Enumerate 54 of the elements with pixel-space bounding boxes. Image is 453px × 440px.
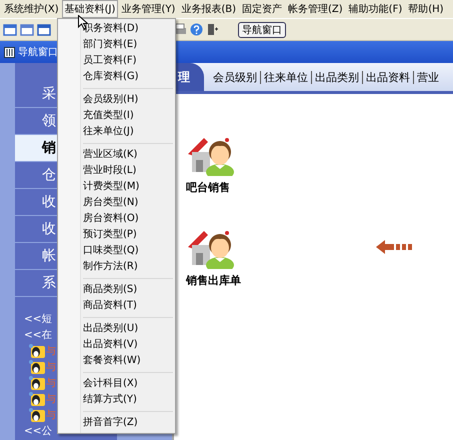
menu-entry[interactable]: 会计科目(X)	[58, 376, 175, 392]
menu-entry[interactable]: 员工资料(F)	[58, 53, 175, 69]
menu-entry[interactable]: 预订类型(P)	[58, 227, 175, 243]
penguin-icon[interactable]	[29, 344, 45, 358]
tab-link[interactable]: 会员级别	[213, 70, 257, 84]
exit-icon[interactable]	[206, 23, 219, 36]
menu-item[interactable]: 业务报表(B)	[178, 0, 240, 18]
menu-item[interactable]: 固定资产	[239, 0, 286, 18]
menu-item[interactable]: 系统维护(X)	[1, 0, 62, 18]
menu-entry[interactable]: 房台类型(N)	[58, 195, 175, 211]
shortcut-label: 吧台销售	[186, 180, 230, 195]
window-icon[interactable]	[3, 22, 17, 36]
menu-item[interactable]: 基础资料(J)	[62, 0, 118, 18]
window-icon	[4, 46, 15, 58]
menu-item[interactable]: 业务管理(Y)	[118, 0, 178, 18]
menu-entry[interactable]: 充值类型(I)	[58, 108, 175, 124]
help-icon[interactable]	[190, 23, 203, 36]
menu-entry[interactable]: 结算方式(Y)	[58, 392, 175, 408]
menu-entry[interactable]: 口味类型(Q)	[58, 243, 175, 259]
menu-entry[interactable]: 仓库资料(G)	[58, 69, 175, 85]
menu-entry[interactable]: 商品资料(T)	[58, 298, 175, 314]
tab-link[interactable]: 往来单位	[264, 70, 308, 84]
menu-entry[interactable]: 出品资料(V)	[58, 337, 175, 353]
window-title: 导航窗口	[18, 46, 58, 59]
tab-link[interactable]: 出品类别	[315, 70, 359, 84]
menu-entry[interactable]: 部门资料(E)	[58, 37, 175, 53]
menu-item[interactable]: 帮助(H)	[405, 0, 447, 18]
windows-icon[interactable]	[37, 22, 51, 36]
menu-entry[interactable]: 往来单位(J)	[58, 124, 175, 140]
arrow-icon	[376, 240, 412, 254]
penguin-icon[interactable]	[29, 408, 45, 422]
menu-entry[interactable]: 营业时段(L)	[58, 163, 175, 179]
menu-entry[interactable]: 套餐资料(W)	[58, 353, 175, 369]
penguin-icon[interactable]	[29, 360, 45, 374]
shortcut-label: 销售出库单	[186, 273, 241, 288]
menu-entry[interactable]: 房台资料(O)	[58, 211, 175, 227]
menu-entry[interactable]: 营业区域(K)	[58, 147, 175, 163]
menu-entry[interactable]: 出品类别(U)	[58, 321, 175, 337]
tab-link[interactable]: 出品资料	[366, 70, 410, 84]
menu-entry[interactable]: 会员级别(H)	[58, 92, 175, 108]
menu-entry[interactable]: 计费类型(M)	[58, 179, 175, 195]
nav-window-button[interactable]: 导航窗口	[238, 22, 286, 38]
menu-entry[interactable]: 拼音首字(Z)	[58, 415, 175, 431]
shortcut[interactable]: 吧台销售	[186, 132, 256, 195]
menu-entry[interactable]: 制作方法(R)	[58, 259, 175, 275]
penguin-icon[interactable]	[29, 376, 45, 390]
window-icon[interactable]	[20, 22, 34, 36]
menu-item[interactable]: 辅助功能(F)	[346, 0, 406, 18]
penguin-icon[interactable]	[29, 392, 45, 406]
tab-link[interactable]: 营业	[417, 70, 439, 84]
menu-item[interactable]: 帐务管理(Z)	[285, 0, 346, 18]
menu-entry[interactable]: 商品类别(S)	[58, 282, 175, 298]
tab[interactable]: 理	[174, 63, 204, 91]
shortcut[interactable]: 销售出库单	[186, 225, 256, 288]
